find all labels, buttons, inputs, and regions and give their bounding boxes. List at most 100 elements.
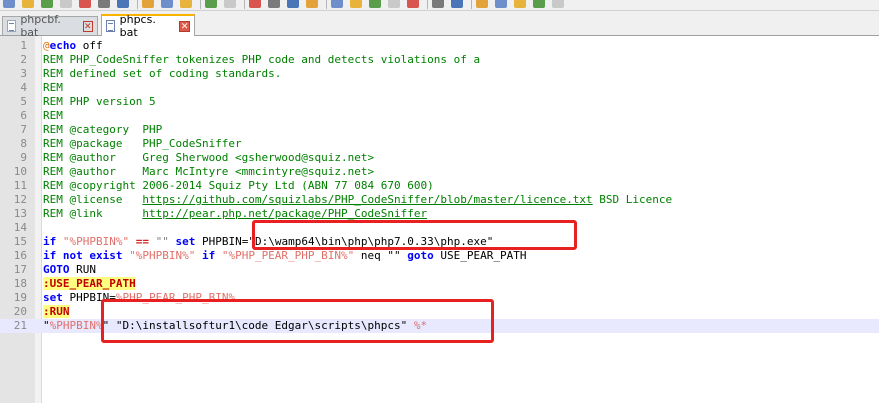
doc-map-icon[interactable] (432, 0, 444, 8)
undo-icon[interactable] (205, 0, 217, 8)
play-icon[interactable] (514, 0, 526, 8)
paste-icon[interactable] (180, 0, 192, 8)
code-token: REM (43, 109, 63, 122)
line-number: 16 (13, 249, 27, 262)
code-token: "%PHPBIN%" (62, 235, 130, 248)
save-icon[interactable] (41, 0, 53, 8)
zoom-out-icon[interactable] (306, 0, 318, 8)
code-line[interactable]: 1 @echo off (0, 39, 879, 53)
code-line[interactable]: 18 :USE_PEAR_PATH (0, 277, 879, 291)
close-all-icon[interactable] (98, 0, 110, 8)
code-line[interactable]: 6 REM (0, 109, 879, 123)
code-token: REM PHP version 5 (43, 95, 156, 108)
code-token: == (129, 235, 156, 248)
line-number: 20 (13, 305, 27, 318)
code-token: REM PHP_CodeSniffer tokenizes PHP code a… (43, 53, 481, 66)
code-token: if (43, 235, 63, 248)
annotation-box-phpcs-path (101, 299, 494, 343)
save-macro-icon[interactable] (552, 0, 564, 8)
tab-phpcbf[interactable]: phpcbf. bat ✕ (2, 13, 98, 39)
editor[interactable]: 1 @echo off 2 REM PHP_CodeSniffer tokenizes… (0, 36, 879, 403)
code-line[interactable]: 13 REM @link http://pear.php.net/package/… (0, 207, 879, 221)
code-token: %PHPBIN% (49, 319, 103, 332)
replace-icon[interactable] (268, 0, 280, 8)
close-icon[interactable] (79, 0, 91, 8)
code-token: @ (43, 39, 50, 52)
code-line[interactable]: 4 REM (0, 81, 879, 95)
close-icon[interactable]: ✕ (179, 20, 190, 32)
print-icon[interactable] (117, 0, 129, 8)
function-list-icon[interactable] (407, 0, 419, 8)
play-multi-icon[interactable] (533, 0, 545, 8)
line-number: 14 (13, 221, 27, 234)
code-line[interactable]: 11 REM @copyright 2006-2014 Squiz Pty Ltd… (0, 179, 879, 193)
code-token: https://github.com/squizlabs/PHP_CodeSni… (142, 193, 593, 206)
line-number: 8 (20, 137, 27, 150)
find-icon[interactable] (249, 0, 261, 8)
line-number: 4 (20, 81, 27, 94)
code-token: off (76, 39, 103, 52)
toolbar-separator (244, 0, 245, 9)
code-text: :USE_PEAR_PATH (43, 277, 136, 291)
code-line[interactable]: 10 REM @author Marc McIntyre <mmcintyre@s… (0, 165, 879, 179)
line-number: 5 (20, 95, 27, 108)
cut-icon[interactable] (142, 0, 154, 8)
code-token: REM @author Greg Sherwood <gsherwood@squ… (43, 151, 375, 164)
code-line[interactable]: 9 REM @author Greg Sherwood <gsherwood@sq… (0, 151, 879, 165)
line-number: 18 (13, 277, 27, 290)
code-token: goto (407, 249, 441, 262)
code-token: " (43, 319, 50, 332)
code-text: REM PHP_CodeSniffer tokenizes PHP code a… (43, 53, 480, 67)
code-text: REM @author Greg Sherwood <gsherwood@squ… (43, 151, 374, 165)
toolbar (0, 0, 879, 11)
line-number: 15 (13, 235, 27, 248)
record-icon[interactable] (476, 0, 488, 8)
code-line[interactable]: 16 if not exist "%PHPBIN%" if "%PHP_PEAR_… (0, 249, 879, 263)
tab-phpcs[interactable]: phpcs. bat ✕ (101, 13, 195, 39)
copy-icon[interactable] (161, 0, 173, 8)
code-token: echo (49, 39, 77, 52)
sync-v-icon[interactable] (331, 0, 343, 8)
stop-icon[interactable] (495, 0, 507, 8)
new-icon[interactable] (3, 0, 15, 8)
code-line[interactable]: 8 REM @package PHP_CodeSniffer (0, 137, 879, 151)
code-line[interactable]: 3 REM defined set of coding standards. (0, 67, 879, 81)
code-text: REM (43, 81, 63, 95)
line-number: 9 (20, 151, 27, 164)
file-icon (6, 20, 16, 32)
indent-icon[interactable] (388, 0, 400, 8)
code-line[interactable]: 2 REM PHP_CodeSniffer tokenizes PHP code … (0, 53, 879, 67)
file-icon (105, 20, 116, 32)
line-number: 11 (13, 179, 27, 192)
line-number: 6 (20, 109, 27, 122)
code-token: "%PHPBIN%" (129, 249, 202, 262)
code-token: REM @link (43, 207, 143, 220)
wrap-icon[interactable] (369, 0, 381, 8)
code-text: REM PHP version 5 (43, 95, 156, 109)
code-text: if not exist "%PHPBIN%" if "%PHP_PEAR_PH… (43, 249, 526, 263)
code-token: USE_PEAR_PATH (440, 249, 527, 262)
toolbar-separator (471, 0, 472, 9)
code-line[interactable]: 12 REM @license https://github.com/squizl… (0, 193, 879, 207)
line-number: 7 (20, 123, 27, 136)
code-line[interactable]: 5 REM PHP version 5 (0, 95, 879, 109)
code-token: REM defined set of coding standards. (43, 67, 282, 80)
code-token: set (175, 235, 202, 248)
save-all-icon[interactable] (60, 0, 72, 8)
folder-icon[interactable] (451, 0, 463, 8)
zoom-in-icon[interactable] (287, 0, 299, 8)
line-number: 19 (13, 291, 27, 304)
line-number: 3 (20, 67, 27, 80)
code-token: "" (155, 235, 176, 248)
line-number: 10 (13, 165, 27, 178)
redo-icon[interactable] (224, 0, 236, 8)
open-icon[interactable] (22, 0, 34, 8)
close-icon[interactable]: ✕ (82, 20, 93, 32)
code-line[interactable]: 17 GOTO RUN (0, 263, 879, 277)
code-token: BSD Licence (592, 193, 673, 206)
code-line[interactable]: 7 REM @category PHP (0, 123, 879, 137)
sync-h-icon[interactable] (350, 0, 362, 8)
code-text: GOTO RUN (43, 263, 96, 277)
code-token: if not exist (43, 249, 130, 262)
code-text: REM @author Marc McIntyre <mmcintyre@squ… (43, 165, 374, 179)
